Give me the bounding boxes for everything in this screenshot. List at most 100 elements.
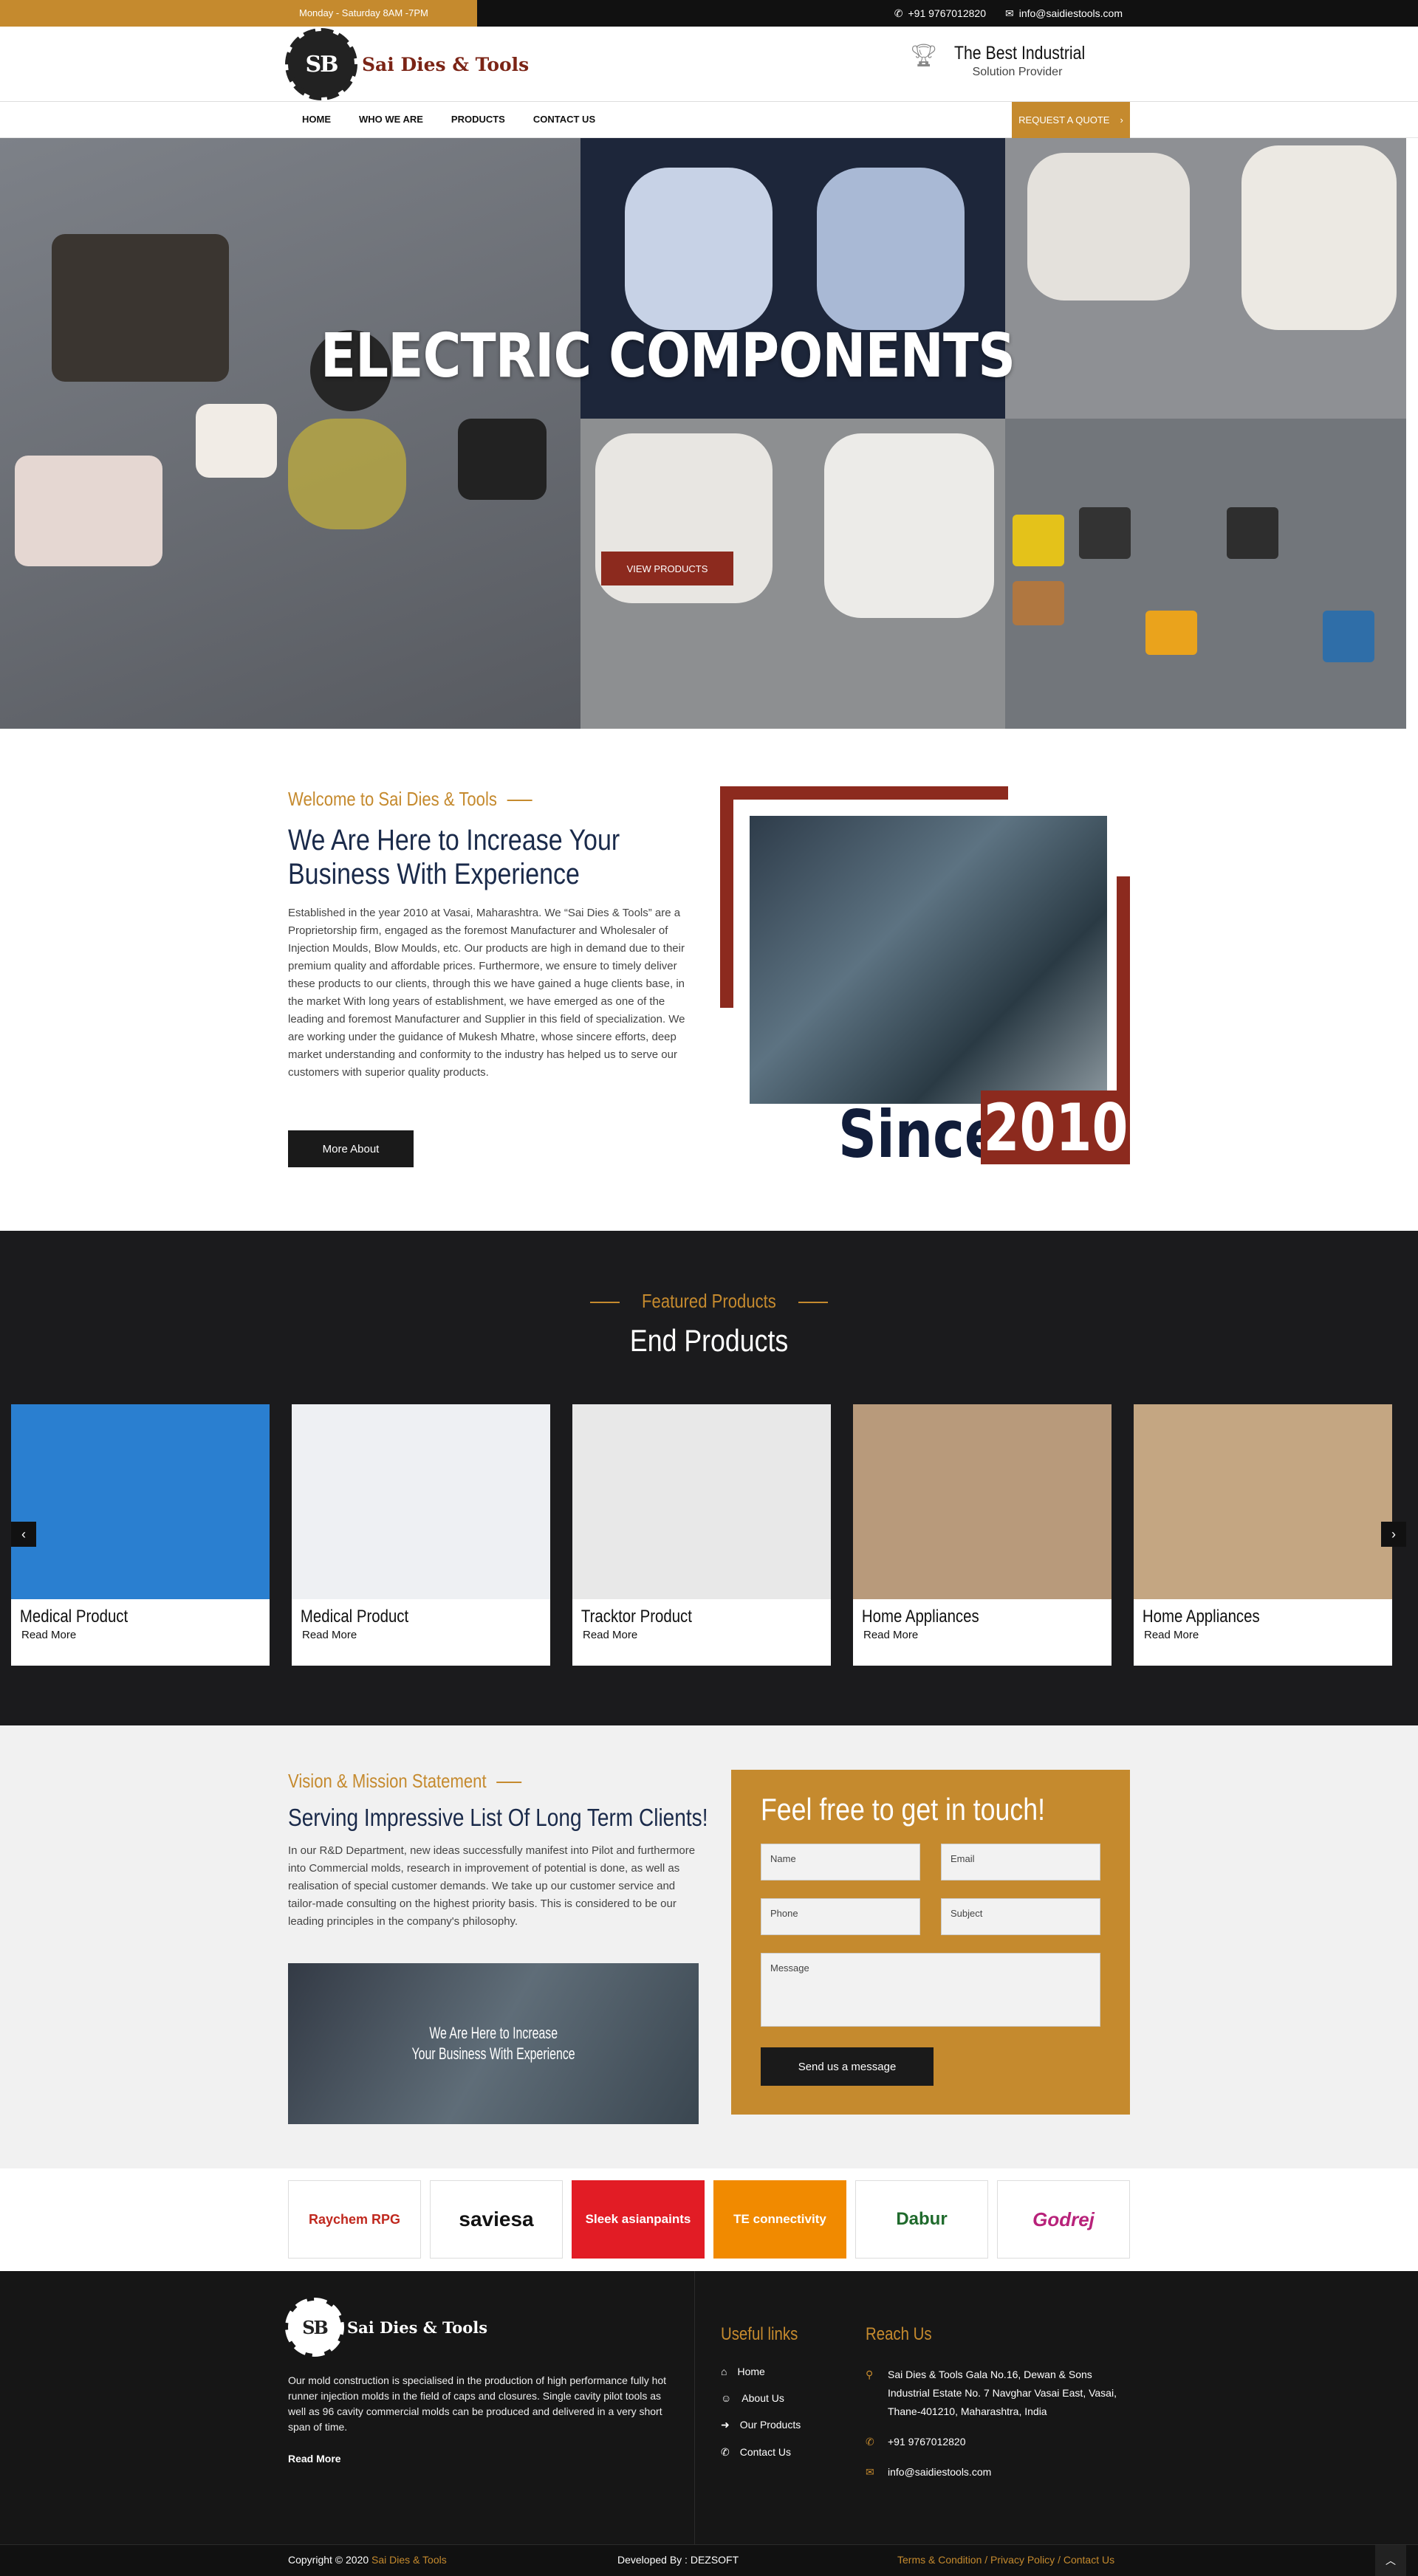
nav-contact[interactable]: CONTACT US [519,102,609,137]
product-name: Medical Product [19,1607,129,1627]
circle-arrow-icon: ➜ [721,2419,730,2431]
logo-name: Sai Dies & Tools [362,53,530,75]
tagline-title: The Best Industrial [953,43,1085,63]
envelope-icon: ✉ [1004,7,1014,19]
more-about-button[interactable]: More About [288,1130,414,1167]
footer-phone[interactable]: ✆ +91 9767012820 [866,2433,1131,2451]
product-card[interactable]: Home Appliances Read More [853,1404,1112,1666]
envelope-icon: ✉ [866,2466,874,2478]
footer-logo[interactable]: SB Sai Dies & Tools [285,2298,487,2357]
vision-kicker: Vision & Mission Statement [288,1770,521,1793]
map-marker-icon: ⚲ [866,2369,874,2380]
hero-slider: ELECTRIC COMPONENTS VIEW PRODUCTS [0,138,1418,729]
footer-link-products[interactable]: ➜ Our Products [721,2419,801,2431]
chevron-right-icon: › [1120,114,1123,126]
top-bar: Monday - Saturday 8AM -7PM ✆ +91 97670128… [0,0,1418,27]
copyright-link[interactable]: Sai Dies & Tools [371,2554,447,2566]
chevron-up-icon: ︿ [1386,2555,1396,2566]
client-logo-saviesa: saviesa [430,2180,563,2259]
send-message-button[interactable]: Send us a message [761,2047,934,2086]
site-logo[interactable]: SB Sai Dies & Tools [285,28,530,100]
footer-divider [694,2271,695,2544]
read-more-link[interactable]: Read More [853,1627,1112,1643]
read-more-link[interactable]: Read More [572,1627,831,1643]
nav-home[interactable]: HOME [288,102,345,137]
top-email[interactable]: ✉ info@saidiestools.com [1005,7,1123,20]
contact-form: Feel free to get in touch! Name Email Ph… [731,1770,1130,2115]
product-image [572,1404,831,1599]
vision-body: In our R&D Department, new ideas success… [288,1844,696,1928]
header-tagline: 🏆︎ The Best Industrial Solution Provider [910,43,1108,79]
product-name: Tracktor Product [580,1607,692,1627]
product-image [11,1404,270,1599]
email-field[interactable]: Email [941,1844,1100,1881]
carousel-prev-button[interactable]: ‹ [11,1522,36,1547]
product-card[interactable]: Medical Product Read More [11,1404,270,1666]
footer-link-about[interactable]: ☺ About Us [721,2392,801,2404]
useful-links: ⌂ Home ☺ About Us ➜ Our Products ✆ Contact U… [721,2366,801,2473]
footer-link-home[interactable]: ⌂ Home [721,2366,801,2377]
phone-field[interactable]: Phone [761,1898,920,1935]
footer-address: ⚲ Sai Dies & Tools Gala No.16, Dewan & So… [866,2366,1131,2421]
top-contacts: ✆ +91 9767012820 ✉ info@saidiestools.com [894,7,1123,20]
about-section: Welcome to Sai Dies & Tools We Are Here … [0,729,1418,1231]
scroll-top-button[interactable]: ︿ [1375,2545,1406,2576]
product-name: Home Appliances [1142,1607,1260,1627]
top-phone[interactable]: ✆ +91 9767012820 [894,7,986,20]
site-header: SB Sai Dies & Tools 🏆︎ The Best Industri… [0,27,1418,102]
reach-us-list: ⚲ Sai Dies & Tools Gala No.16, Dewan & So… [866,2366,1131,2493]
product-card[interactable]: Tracktor Product Read More [572,1404,831,1666]
copyright: Copyright © 2020 Sai Dies & Tools [288,2554,447,2566]
name-field[interactable]: Name [761,1844,920,1881]
video-banner[interactable]: We Are Here to Increase Your Business Wit… [288,1963,699,2124]
hero-photo-terminals [0,138,580,729]
chevron-right-icon: › [1391,1526,1396,1542]
main-nav: HOME WHO WE ARE PRODUCTS CONTACT US REQU… [0,102,1418,138]
footer-read-more-link[interactable]: Read More [288,2453,341,2465]
client-logo-godrej: Godrej [997,2180,1130,2259]
read-more-link[interactable]: Read More [292,1627,550,1643]
request-quote-button[interactable]: REQUEST A QUOTE › [1012,102,1130,138]
business-hours: Monday - Saturday 8AM -7PM [0,0,477,27]
subject-field[interactable]: Subject [941,1898,1100,1935]
hero-edge [1406,138,1418,729]
read-more-link[interactable]: Read More [11,1627,270,1643]
hero-photo-connectors [1005,419,1406,729]
mould-machine-photo [750,816,1107,1104]
footer-email[interactable]: ✉ info@saidiestools.com [866,2463,1131,2481]
products-kicker: Featured Products [0,1290,1418,1313]
footer-link-contact[interactable]: ✆ Contact Us [721,2446,801,2459]
clients-section: Raychem RPG saviesa Sleek asianpaints TE… [0,2168,1418,2271]
products-section: Featured Products End Products Medical P… [0,1231,1418,1725]
nav-products[interactable]: PRODUCTS [437,102,519,137]
about-kicker: Welcome to Sai Dies & Tools [288,788,532,811]
product-image [292,1404,550,1599]
vision-section: Vision & Mission Statement Serving Impre… [0,1725,1418,2168]
legal-links[interactable]: Terms & Condition / Privacy Policy / Con… [897,2554,1114,2566]
site-footer: SB Sai Dies & Tools Our mold constructio… [0,2271,1418,2544]
reach-us-title: Reach Us [866,2324,932,2344]
message-field[interactable]: Message [761,1953,1100,2027]
chevron-left-icon: ‹ [21,1526,26,1542]
nav-who-we-are[interactable]: WHO WE ARE [345,102,437,137]
products-title: End Products [629,1323,789,1358]
gear-logo-icon: SB [285,28,357,100]
developer-credit[interactable]: Developed By : DEZSOFT [617,2554,739,2566]
read-more-link[interactable]: Read More [1134,1627,1392,1643]
user-icon: ☺ [721,2392,732,2404]
since-year-badge: 2010 [981,1090,1130,1166]
carousel-next-button[interactable]: › [1381,1522,1406,1547]
product-card[interactable]: Medical Product Read More [292,1404,550,1666]
product-image [1134,1404,1392,1599]
product-image [853,1404,1112,1599]
client-logo-te: TE connectivity [713,2180,846,2259]
contact-title: Feel free to get in touch! [761,1792,1045,1827]
view-products-button[interactable]: VIEW PRODUCTS [601,552,733,585]
vision-title: Serving Impressive List Of Long Term Cli… [288,1804,708,1831]
about-title: We Are Here to Increase Your Business Wi… [288,824,620,890]
footer-about: Our mold construction is specialised in … [288,2374,667,2433]
phone-icon: ✆ [894,7,903,19]
client-logo-sleek: Sleek asianpaints [572,2180,705,2259]
product-card[interactable]: Home Appliances Read More [1134,1404,1392,1666]
phone-icon: ✆ [866,2436,874,2448]
